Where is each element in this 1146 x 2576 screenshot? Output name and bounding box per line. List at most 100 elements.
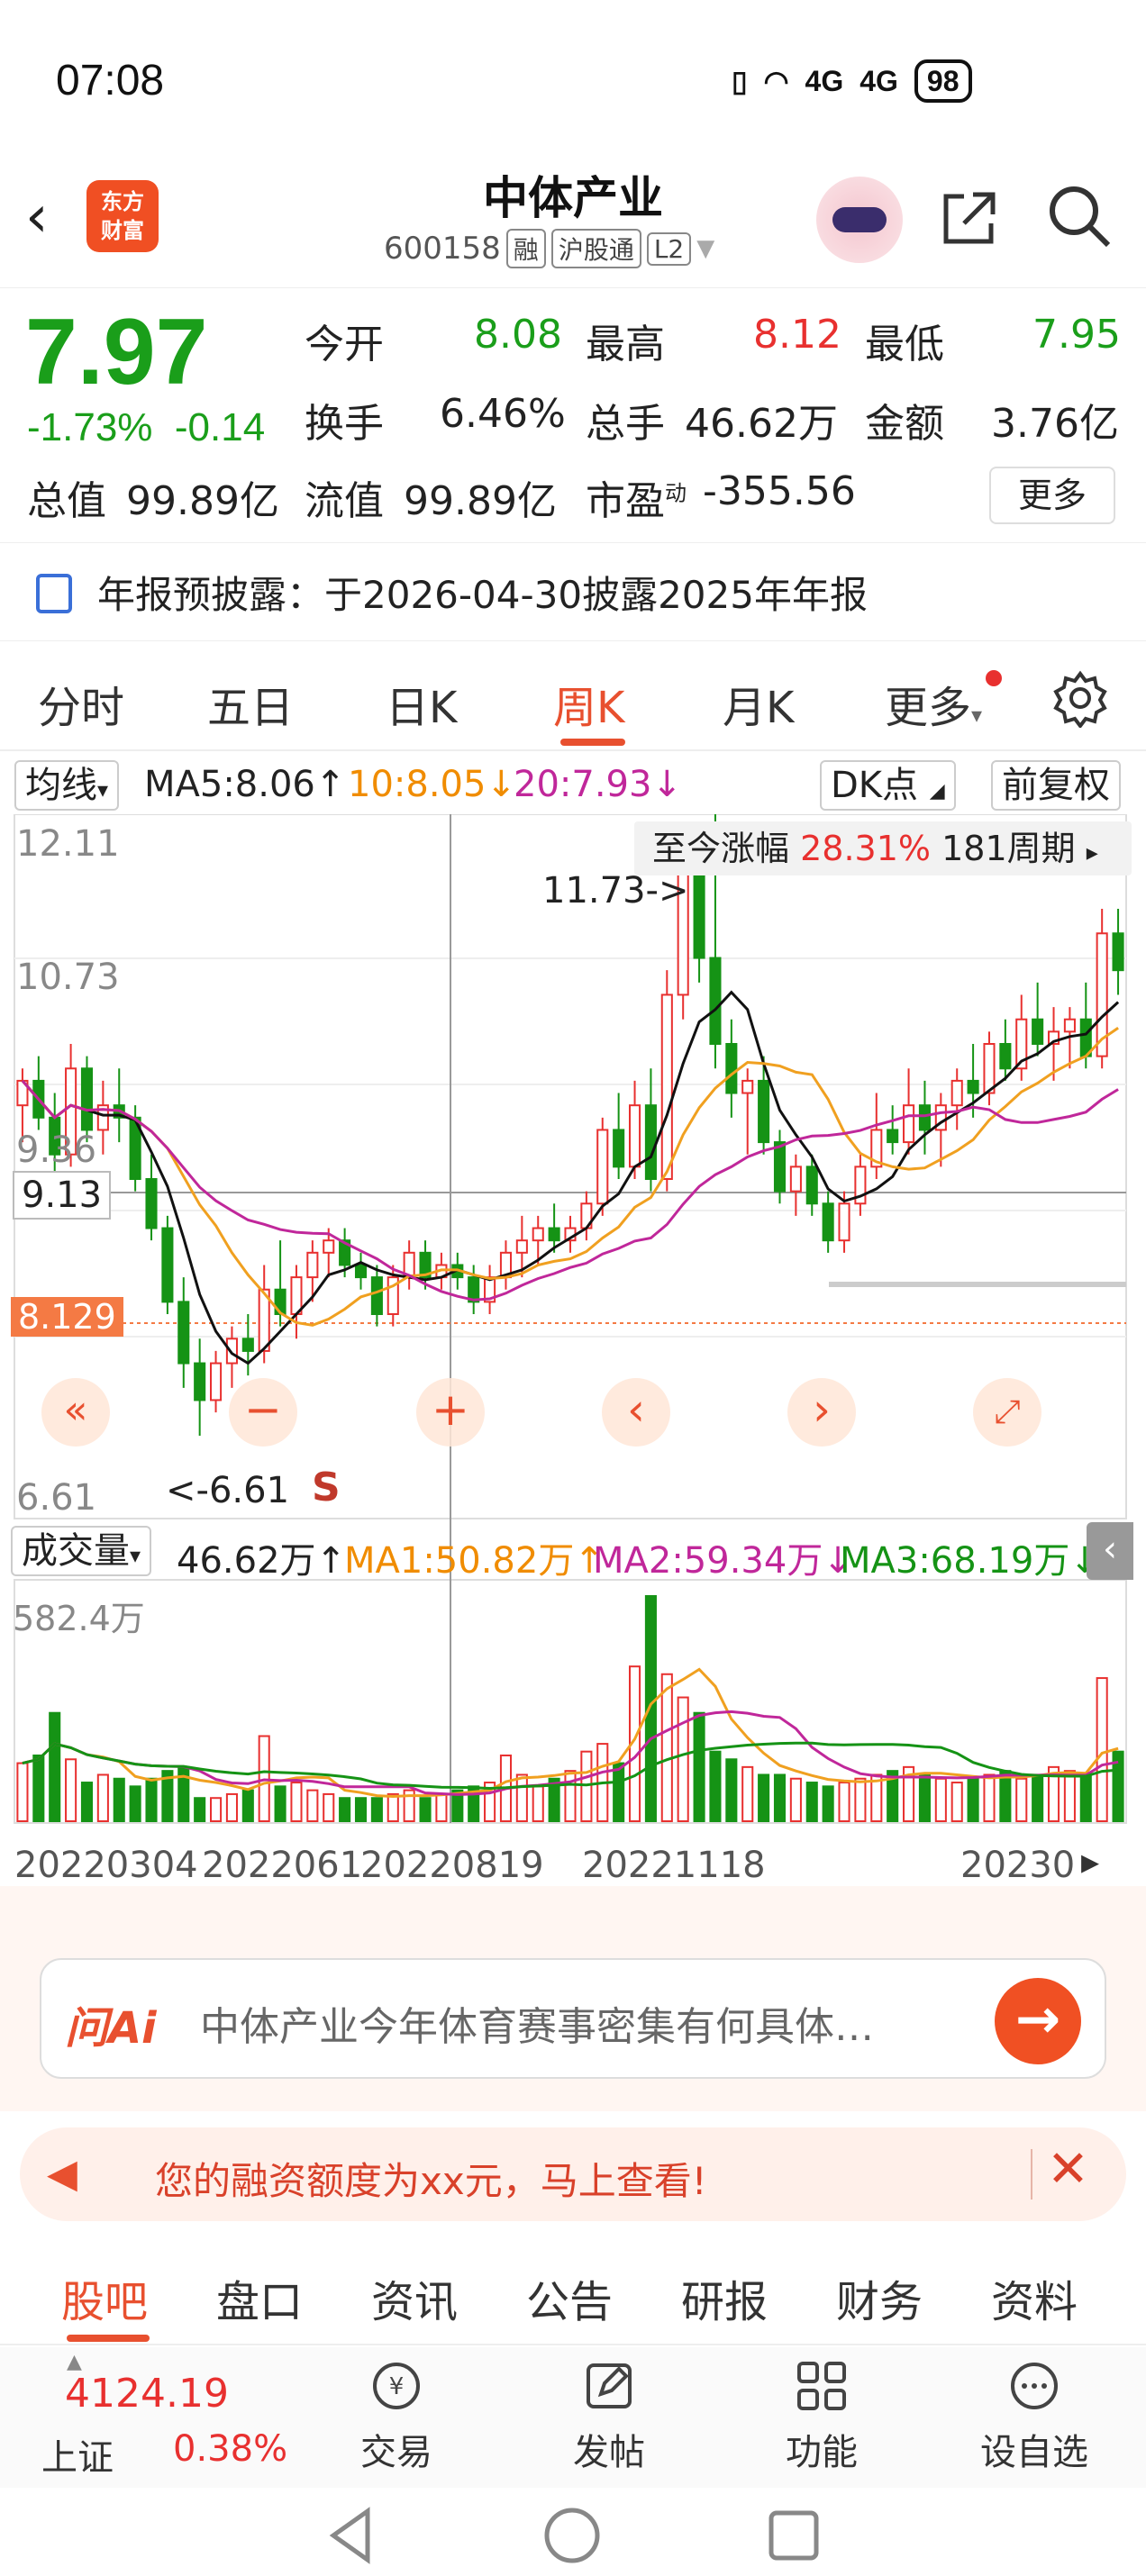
tab-more-label: 更多 (885, 683, 972, 733)
candle-body (145, 1178, 158, 1229)
tab-monthly-k[interactable]: 月K (723, 672, 794, 735)
promo-banner[interactable]: ◀ 您的融资额度为xx元，马上查看! ✕ (20, 2127, 1126, 2221)
tab-five-day[interactable]: 五日 (207, 672, 294, 735)
candle-body (725, 1043, 738, 1094)
candle-body (693, 871, 705, 959)
nav-trade[interactable]: ¥ 交易 (315, 2356, 478, 2475)
sell-signal-marker: S (312, 1465, 341, 1510)
fast-back-button[interactable]: « (41, 1378, 110, 1447)
candle-body (789, 1166, 802, 1193)
amount-value: 3.76亿 (991, 401, 1119, 447)
settings-gear-icon[interactable] (1050, 668, 1110, 728)
candle-body (548, 1227, 560, 1242)
ask-ai-send-button[interactable]: → (995, 1978, 1081, 2064)
ma20-value: 20:7.93↓ (514, 764, 682, 805)
ask-ai-box[interactable]: 问Ai 中体产业今年体育赛事密集有何具体… → (40, 1958, 1106, 2079)
volume-bar (194, 1797, 206, 1823)
volume-selector[interactable]: 成交量▾ (11, 1526, 152, 1576)
tab-more[interactable]: 更多▾ (885, 670, 1002, 735)
candle-body (644, 1104, 657, 1181)
ma10-line (21, 1027, 1119, 1327)
volume-bar (725, 1758, 738, 1823)
volume-bar (49, 1711, 61, 1823)
index-pct[interactable]: 0.38% (173, 2428, 287, 2470)
high-label: 最高 (586, 322, 665, 367)
close-icon[interactable]: ✕ (1047, 2140, 1089, 2199)
candle-body (838, 1202, 850, 1242)
pe-label-text: 市盈 (586, 478, 665, 524)
volume-toolbar: 成交量▾ 46.62万↑ MA1:50.82万↑ MA2:59.34万↓ MA3… (0, 1522, 1146, 1582)
current-price-label: 8.129 (11, 1297, 123, 1337)
amount-label: 金额 (865, 401, 944, 447)
more-button[interactable]: 更多 (989, 467, 1115, 524)
tab-announcements[interactable]: 公告 (526, 2266, 613, 2329)
date-label-3: 20220819 (360, 1845, 544, 1886)
chevron-right-icon: ▸ (1086, 839, 1098, 866)
candle-body (194, 1362, 206, 1401)
gain-value: 28.31% (800, 829, 932, 868)
candle-body (161, 1227, 174, 1303)
kline-chart[interactable]: 12.11 10.73 9.36 6.61 9.13 8.129 至今涨幅 28… (0, 806, 1146, 1886)
tab-profile[interactable]: 资料 (991, 2266, 1078, 2329)
system-back-icon[interactable] (321, 2504, 384, 2567)
tab-order-book[interactable]: 盘口 (216, 2266, 303, 2329)
zoom-out-button[interactable]: − (229, 1378, 297, 1447)
share-icon[interactable] (937, 186, 1002, 250)
candle-body (709, 957, 722, 1045)
next-button[interactable]: › (787, 1378, 856, 1447)
prev-button[interactable]: ‹ (602, 1378, 670, 1447)
chart-toolbar: 均线▾ MA5:8.06↑ 10:8.05↓ 20:7.93↓ DK点 ◢ 前复… (0, 755, 1146, 814)
nav-post[interactable]: 发帖 (528, 2356, 690, 2475)
candle-body (918, 1104, 931, 1131)
nav-add-watchlist[interactable]: 设自选 (953, 2356, 1115, 2475)
bottom-nav: ▲ 4124.19 上证 0.38% ¥ 交易 发帖 功能 设自选 (0, 2347, 1146, 2488)
low-label: 最低 (865, 322, 944, 367)
kline-svg[interactable] (0, 806, 1146, 1886)
candle-body (177, 1301, 190, 1365)
dk-point-button[interactable]: DK点 ◢ (820, 760, 956, 811)
volume-value: 46.62万↑ (177, 1540, 347, 1582)
tab-finance[interactable]: 财务 (836, 2266, 923, 2329)
candle-body (999, 1043, 1012, 1070)
tab-research[interactable]: 研报 (681, 2266, 768, 2329)
tag-hk-connect: 沪股通 (550, 229, 641, 268)
zoom-in-button[interactable]: + (416, 1378, 485, 1447)
index-value[interactable]: 4124.19 (65, 2371, 229, 2417)
volume-bar (1015, 1777, 1028, 1823)
tab-weekly-k[interactable]: 周K (553, 672, 624, 735)
y-axis-mid1: 10.73 (16, 957, 120, 998)
system-recents-icon[interactable] (762, 2504, 825, 2567)
volume-bar (789, 1777, 802, 1823)
edit-icon (587, 2363, 632, 2408)
content-tabs: 股吧 盘口 资讯 公告 研报 财务 资料 (0, 2243, 1146, 2345)
range-gain-panel[interactable]: 至今涨幅 28.31% 181周期 ▸ (634, 821, 1132, 875)
scroll-right-icon[interactable]: ▸ (1081, 1841, 1099, 1882)
tab-intraday[interactable]: 分时 (38, 672, 124, 735)
status-time: 07:08 (56, 57, 165, 104)
report-notice[interactable]: 年报预披露：于2026-04-30披露2025年年报 (0, 542, 1146, 641)
mcap-value: 99.89亿 (126, 478, 279, 524)
y-axis-mid2: 9.36 (16, 1129, 97, 1171)
tab-forum[interactable]: 股吧 (61, 2266, 148, 2329)
ma-selector[interactable]: 均线▾ (14, 760, 120, 811)
collapse-panel-icon[interactable]: ‹ (1087, 1522, 1133, 1580)
fullscreen-button[interactable]: ⤢ (973, 1378, 1041, 1447)
volume-bar (967, 1777, 979, 1823)
ask-ai-input[interactable]: 中体产业今年体育赛事密集有何具体… (200, 1994, 993, 2052)
active-tab-underline (560, 739, 625, 746)
volume-bar (435, 1792, 448, 1823)
nav-functions[interactable]: 功能 (741, 2356, 903, 2475)
system-home-icon[interactable] (541, 2504, 604, 2567)
volume-bar (145, 1777, 158, 1823)
search-icon[interactable] (1043, 180, 1115, 252)
volume-bar (370, 1797, 383, 1823)
stock-code-row[interactable]: 600158 融 沪股通 L2 ▼ (384, 229, 714, 268)
dropdown-icon[interactable]: ▼ (696, 235, 714, 262)
ai-robot-icon[interactable] (816, 177, 903, 263)
tab-daily-k[interactable]: 日K (386, 672, 457, 735)
forward-adjust-button[interactable]: 前复权 (991, 760, 1121, 811)
volume-bar (854, 1777, 867, 1823)
index-name[interactable]: 上证 (41, 2428, 114, 2481)
tab-news[interactable]: 资讯 (371, 2266, 458, 2329)
volume-bar (677, 1696, 689, 1823)
